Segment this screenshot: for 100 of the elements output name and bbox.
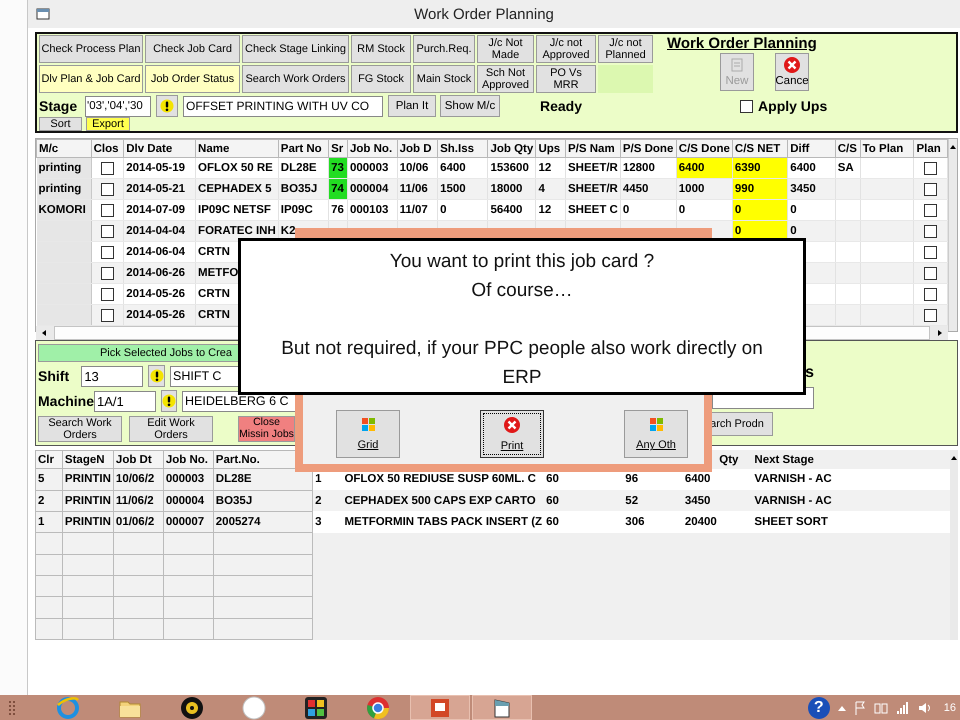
warning-button[interactable]	[161, 390, 178, 412]
toolbar-button[interactable]: Search Work Orders	[242, 65, 349, 93]
column-header[interactable]: Job Dt	[113, 450, 164, 469]
toolbar-button[interactable]: Check Job Card	[145, 35, 240, 63]
column-header[interactable]: Job D	[397, 140, 438, 158]
checkbox[interactable]	[100, 288, 114, 300]
checkbox[interactable]	[100, 182, 114, 196]
toolbar-button[interactable]: PO Vs MRR	[536, 65, 596, 93]
column-header[interactable]: To Plan	[860, 140, 914, 158]
checkbox[interactable]	[924, 288, 938, 300]
help-button[interactable]: ?	[808, 696, 830, 718]
table-row[interactable]: 1 PRINTIN 01/06/2 000007 2005274 3 METFORMIN TABS PACK INSERT (Z 60 306 20400 SHEET SORT	[36, 511, 950, 533]
dialog-button[interactable]: Print	[480, 410, 544, 458]
column-header[interactable]: Plan	[914, 140, 948, 158]
show-machine-button[interactable]: Show M/c	[440, 95, 500, 117]
field-label: Shift	[38, 368, 70, 384]
export-button[interactable]: Export	[86, 117, 130, 131]
checkbox[interactable]	[100, 224, 114, 238]
taskbar-button[interactable]	[472, 695, 532, 720]
toolbar-button[interactable]: Job Order Status	[145, 65, 240, 93]
column-header[interactable]: C/S Done	[676, 140, 732, 158]
table-row[interactable]: 2 PRINTIN 11/06/2 000004 BO35J 2 CEPHADEX 500 CAPS EXP CARTO 60 52 3450 VARNISH - AC	[36, 490, 950, 512]
warning-button[interactable]	[156, 95, 178, 117]
column-header[interactable]: P/S Nam	[566, 140, 620, 158]
checkbox[interactable]	[100, 246, 114, 258]
checkbox[interactable]	[100, 204, 114, 216]
checkbox[interactable]	[924, 162, 938, 174]
table-cell: 2	[36, 490, 62, 512]
column-header[interactable]: M/c	[36, 140, 92, 158]
column-header[interactable]: C/S NET	[732, 140, 788, 158]
checkbox[interactable]	[924, 204, 938, 216]
work-orders-button[interactable]: Edit Work Orders	[129, 416, 213, 442]
table-cell: 6390	[732, 158, 788, 178]
table-row[interactable]: printing 2014-05-21 CEPHADEX 5 BO35J 74 000004 11/06 1500 18000 4 SHEET/R 4450 1000 990 3450	[36, 178, 948, 200]
column-header[interactable]: Dlv Date	[124, 140, 196, 158]
checkbox[interactable]	[100, 266, 114, 280]
vertical-scrollbar[interactable]	[948, 139, 957, 331]
column-header[interactable]: Job No.	[347, 140, 398, 158]
column-header[interactable]: Part No	[278, 140, 329, 158]
clock-text: 16	[944, 702, 956, 714]
toolbar-button[interactable]: Check Stage Linking	[242, 35, 349, 63]
checkbox[interactable]	[924, 182, 938, 196]
checkbox[interactable]	[924, 246, 938, 258]
close-icon	[503, 416, 521, 434]
column-header[interactable]: StageN	[62, 450, 114, 469]
stage-name-field[interactable]: OFFSET PRINTING WITH UV CO	[183, 96, 383, 116]
column-header[interactable]: Sr	[328, 140, 348, 158]
close-jobs-button[interactable]: Close Missin Jobs	[238, 416, 295, 442]
field-label: s	[805, 364, 814, 383]
column-header[interactable]: C/S	[835, 140, 860, 158]
window-icon	[36, 8, 50, 20]
column-header[interactable]: Clos	[91, 140, 124, 158]
table-row[interactable]: KOMORI 2014-07-09 IP09C NETSF IP09C 76 000103 11/07 0 56400 12 SHEET C 0 0 0 0	[36, 200, 948, 220]
toolbar-button[interactable]: J/c not Planned	[598, 35, 653, 63]
column-header[interactable]: Name	[196, 140, 278, 158]
table-cell: CEPHADEX 500 CAPS EXP CARTO	[342, 490, 544, 512]
toolbar-button[interactable]: FG Stock	[351, 65, 411, 93]
checkbox[interactable]	[924, 224, 938, 238]
toolbar-button[interactable]: RM Stock	[351, 35, 411, 63]
checkbox[interactable]	[740, 100, 754, 112]
dialog-button[interactable]: Any Oth	[624, 410, 688, 458]
checkbox[interactable]	[100, 162, 114, 174]
warning-button[interactable]	[148, 365, 165, 387]
column-header[interactable]: Diff	[788, 140, 836, 158]
table-cell: 3450	[682, 490, 752, 512]
column-header[interactable]: Sh.Iss	[438, 140, 488, 158]
plan-button[interactable]: Plan It	[388, 95, 436, 117]
table-cell: 1	[36, 511, 62, 533]
column-header[interactable]: Ups	[536, 140, 566, 158]
toolbar-button[interactable]: Sch Not Approved	[477, 65, 534, 93]
table-row[interactable]: printing 2014-05-19 OFLOX 50 RE DL28E 73 000003 10/06 6400 153600 12 SHEET/R 12800 6400 6390 6400 SA	[36, 158, 948, 178]
table-cell: 2	[312, 490, 342, 512]
checkbox[interactable]	[924, 266, 938, 280]
vertical-scrollbar[interactable]	[950, 450, 958, 640]
checkbox[interactable]	[100, 308, 114, 322]
dialog-button[interactable]: Grid	[336, 410, 400, 458]
table-cell: PRINTIN	[62, 468, 114, 490]
machine-code-field[interactable]: 1A/1	[94, 390, 156, 412]
column-header[interactable]: Job Qty	[488, 140, 536, 158]
table-cell: 5	[36, 468, 62, 490]
toolbar-button[interactable]: J/c Not Made	[477, 35, 534, 63]
stage-code-field[interactable]: '03','04','30	[85, 96, 151, 116]
table-cell: 6400	[676, 158, 732, 178]
toolbar-button[interactable]: J/c not Approved	[536, 35, 596, 63]
table-cell: 000007	[163, 511, 214, 533]
sort-button[interactable]: Sort	[39, 117, 82, 131]
toolbar-button[interactable]: Main Stock	[413, 65, 475, 93]
toolbar-button[interactable]: Dlv Plan & Job Card	[39, 65, 143, 93]
shift-code-field[interactable]: 13	[81, 366, 144, 386]
column-header[interactable]: Job No.	[163, 450, 214, 469]
table-cell: 73	[328, 158, 348, 178]
table-cell: PRINTIN	[62, 490, 114, 512]
toolbar-button[interactable]: Check Process Plan	[39, 35, 143, 63]
checkbox[interactable]	[924, 308, 938, 322]
column-header[interactable]: P/S Done	[620, 140, 676, 158]
table-cell: METFORMIN TABS PACK INSERT (Z	[342, 511, 544, 533]
cancel-button[interactable]: Cance	[775, 53, 809, 91]
toolbar-button[interactable]: Purch.Req.	[413, 35, 475, 63]
column-header[interactable]: Clr	[36, 450, 62, 469]
work-orders-button[interactable]: Search Work Orders	[38, 416, 122, 442]
